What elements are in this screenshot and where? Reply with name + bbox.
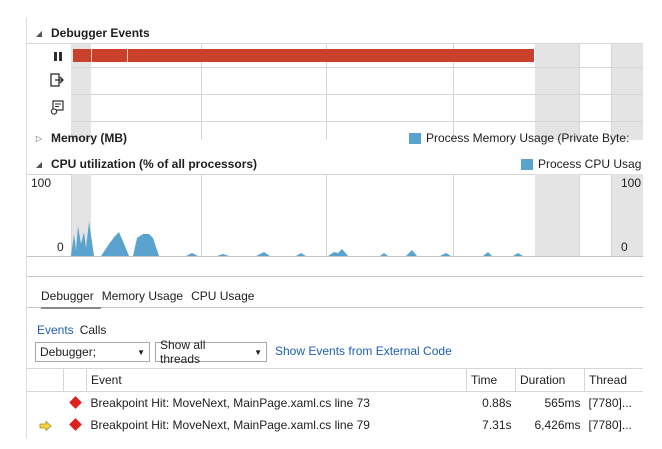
chevron-down-icon: ▼ (254, 347, 262, 357)
details-tabs: Debugger Memory Usage CPU Usage (41, 289, 262, 303)
category-filter-dropdown[interactable]: Debugger; ▼ (35, 342, 150, 362)
breakpoint-diamond-icon (68, 418, 82, 431)
thread-filter-dropdown[interactable]: Show all threads ▼ (155, 338, 267, 366)
event-cell: Breakpoint Hit: MoveNext, MainPage.xaml.… (90, 418, 370, 432)
cpu-series-area (71, 222, 523, 256)
cpu-title: CPU utilization (% of all processors) (51, 157, 258, 171)
memory-legend-label: Process Memory Usage (Private Byte: (426, 131, 630, 145)
column-header-thread[interactable]: Thread (585, 369, 644, 392)
current-event-arrow-icon (39, 420, 52, 432)
y-axis-max-label: 100 (31, 176, 52, 190)
y-axis-max-right-label: 100 (621, 176, 642, 190)
subtab-events[interactable]: Events (37, 323, 74, 337)
breakpoint-diamond-icon (68, 396, 82, 409)
column-header-duration[interactable]: Duration (515, 368, 585, 392)
thread-filter-value: Show all threads (160, 338, 206, 366)
legend-swatch (521, 158, 533, 170)
y-axis-min-label: 0 (57, 240, 64, 254)
memory-legend: Process Memory Usage (Private Byte: (409, 131, 629, 145)
time-cell: 7.31s (482, 418, 512, 432)
break-event-bar[interactable] (73, 49, 534, 62)
cpu-chart: 100 0 100 0 (27, 174, 643, 258)
chevron-down-icon: ▼ (137, 347, 145, 357)
cpu-legend: Process CPU Usag (521, 157, 641, 171)
collapse-triangle-icon[interactable]: ◢ (27, 29, 51, 38)
event-cell: Breakpoint Hit: MoveNext, MainPage.xaml.… (90, 396, 370, 410)
step-out-icon[interactable] (50, 73, 64, 87)
tab-debugger[interactable]: Debugger (41, 289, 94, 303)
tab-memory-usage[interactable]: Memory Usage (102, 289, 183, 303)
legend-swatch (409, 132, 421, 144)
events-table: Event Time Duration Thread Breakpoint Hi… (27, 368, 643, 436)
cpu-header[interactable]: ◢ CPU utilization (% of all processors) … (27, 155, 643, 173)
column-header-time[interactable]: Time (466, 368, 516, 392)
thread-cell: [7780]... (588, 396, 632, 410)
time-cell: 0.88s (482, 396, 512, 410)
column-header-event[interactable]: Event (86, 368, 467, 392)
output-window-icon[interactable] (50, 100, 64, 115)
events-toolbar: Debugger; ▼ Show all threads ▼ Show Even… (35, 338, 635, 366)
debugger-events-title: Debugger Events (51, 26, 150, 40)
subtab-calls[interactable]: Calls (80, 323, 107, 337)
cpu-series (71, 222, 523, 256)
category-filter-value: Debugger; (40, 345, 97, 359)
debugger-events-track (71, 44, 643, 140)
tab-cpu-usage[interactable]: CPU Usage (191, 289, 254, 303)
memory-title: Memory (MB) (51, 131, 128, 145)
details-subtabs: Events Calls (37, 323, 106, 337)
y-axis-min-right-label: 0 (621, 240, 628, 254)
expand-triangle-icon[interactable]: ▷ (27, 134, 51, 143)
duration-cell: 565ms (544, 396, 581, 410)
pause-icon[interactable] (53, 51, 63, 61)
debugger-events-header[interactable]: ◢ Debugger Events (27, 24, 150, 42)
cpu-legend-label: Process CPU Usag (538, 157, 642, 171)
collapse-triangle-icon[interactable]: ◢ (27, 160, 51, 169)
table-row[interactable]: Breakpoint Hit: MoveNext, MainPage.xaml.… (27, 392, 643, 415)
thread-cell: [7780]... (588, 418, 632, 432)
diagnostic-tools-panel: ◢ Debugger Events ▷ Memory (MB) Process … (26, 18, 643, 438)
table-header-row: Event Time Duration Thread (27, 368, 644, 392)
table-row[interactable]: Breakpoint Hit: MoveNext, MainPage.xaml.… (27, 414, 643, 436)
active-tab-indicator (41, 307, 101, 309)
memory-header[interactable]: ▷ Memory (MB) Process Memory Usage (Priv… (27, 129, 643, 147)
duration-cell: 6,426ms (534, 418, 581, 432)
show-external-code-link[interactable]: Show Events from External Code (275, 344, 452, 358)
